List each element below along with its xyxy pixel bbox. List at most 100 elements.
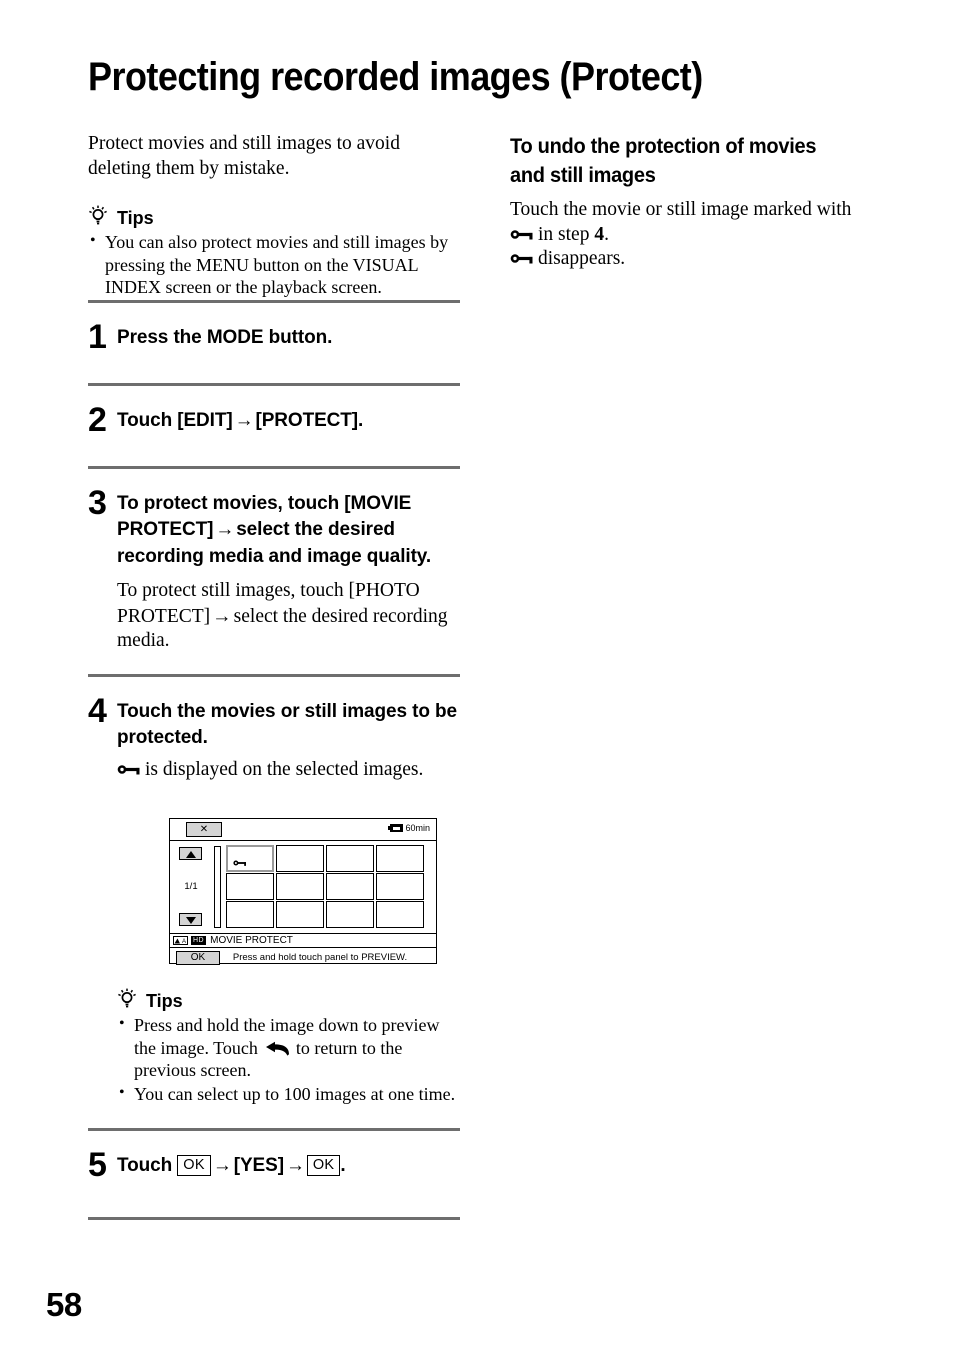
page-number: 58 (46, 1286, 82, 1323)
list-item: You can select up to 100 images at one t… (117, 1082, 460, 1106)
step-5: 5 Touch OK → [YES] → OK. (88, 1131, 460, 1184)
lcd-hint-text: Press and hold touch panel to PREVIEW. (232, 952, 408, 963)
thumbnail-cell[interactable] (276, 901, 324, 928)
period: . (340, 1155, 346, 1176)
thumbnail-cell[interactable] (226, 873, 274, 900)
undo-line-2-middle: in step (538, 223, 590, 245)
list-item: Press and hold the image down to preview… (117, 1013, 460, 1082)
step-content: To protect movies, touch [MOVIE PROTECT]… (117, 487, 460, 654)
lcd-status-bar: A HD MOVIE PROTECT (170, 933, 436, 948)
lcd-status-label: MOVIE PROTECT (210, 935, 293, 946)
thumbnail-cell[interactable] (326, 873, 374, 900)
step-title: To protect movies, touch [MOVIE PROTECT]… (117, 491, 460, 571)
thumbnail-cell[interactable] (226, 901, 274, 928)
step-number: 1 (88, 317, 107, 356)
lcd-ok-button[interactable]: OK (176, 950, 220, 965)
step-subtext: To protect still images, touch [PHOTO PR… (117, 579, 460, 654)
step-title: Touch OK → [YES] → OK. (117, 1153, 460, 1180)
step-4: 4 Touch the movies or still images to be… (88, 677, 460, 1107)
section-heading-undo-protection: To undo the protection of movies and sti… (510, 134, 817, 187)
ok-keycap-2[interactable]: OK (306, 1155, 341, 1176)
thumbnail-cell[interactable] (376, 845, 424, 872)
lcd-close-button[interactable]: ✕ (186, 822, 222, 837)
arrow-right-icon: → (234, 409, 254, 431)
lcd-page-indicator: 1/1 (184, 881, 198, 892)
tips-heading-bottom: Tips (117, 986, 460, 1010)
thumbnail-cell[interactable] (276, 845, 324, 872)
step-title: Press the MODE button. (117, 326, 333, 348)
thumbnail-cell[interactable] (376, 873, 424, 900)
protect-key-icon (117, 764, 140, 774)
ok-keycap-1[interactable]: OK (177, 1155, 211, 1176)
undo-line-3: disappears. (538, 248, 626, 269)
step-divider (88, 1217, 460, 1220)
page-title: Protecting recorded images (Protect) (88, 54, 703, 99)
lcd-scroll-up-button[interactable] (179, 847, 202, 860)
step-title-before: Touch [EDIT] (117, 409, 233, 431)
arrow-right-icon: → (285, 1155, 305, 1176)
yes-label: [YES] (233, 1155, 284, 1176)
left-column: Protect movies and still images to avoid… (88, 132, 460, 1220)
step-number: 2 (88, 400, 107, 439)
thumbnail-cell[interactable] (326, 901, 374, 928)
return-arrow-icon (265, 1041, 289, 1056)
intro-paragraph: Protect movies and still images to avoid… (88, 133, 400, 179)
lcd-battery-text: 60min (405, 823, 430, 833)
tips-list-top: You can also protect movies and still im… (88, 230, 460, 299)
lcd-thumbnail-area: 1/1 (170, 841, 436, 933)
lcd-scroll-down-button[interactable] (179, 913, 202, 926)
thumbnail-cell[interactable] (326, 845, 374, 872)
tips-label-top: Tips (117, 208, 154, 228)
step-number: 4 (88, 691, 107, 730)
lcd-bottom-bar: OK Press and hold touch panel to PREVIEW… (170, 948, 436, 967)
document-page: Protecting recorded images (Protect) Pro… (0, 0, 954, 1357)
lcd-thumbnail-grid (226, 845, 432, 928)
thumbnail-cell[interactable] (226, 845, 274, 872)
tips-heading-top: Tips (88, 203, 460, 227)
step-content: Press the MODE button. (117, 321, 460, 352)
step-title: Touch the movies or still images to be p… (117, 700, 458, 749)
step-2: 2 Touch [EDIT] → [PROTECT]. (88, 386, 460, 439)
tips-list-bottom: Press and hold the image down to preview… (117, 1013, 460, 1106)
step-subtext-label: is displayed on the selected images. (145, 758, 424, 780)
step-content: Touch OK → [YES] → OK. (117, 1149, 460, 1180)
arrow-right-icon: → (212, 604, 232, 627)
undo-line-1: Touch the movie or still image marked wi… (510, 199, 852, 220)
triangle-up-icon (185, 850, 196, 858)
step-number: 5 (88, 1146, 107, 1184)
tips-label-bottom: Tips (146, 991, 183, 1011)
thumbnail-cell[interactable] (376, 901, 424, 928)
protect-key-icon (233, 860, 246, 866)
step-title-after: [PROTECT]. (255, 409, 364, 431)
step-title: Touch [EDIT] → [PROTECT]. (117, 408, 460, 435)
step-number: 3 (88, 483, 107, 522)
lightbulb-icon (89, 205, 107, 225)
right-column: To undo the protection of movies and sti… (510, 132, 882, 272)
lightbulb-icon (118, 988, 136, 1008)
lcd-top-bar: ✕ 60min (170, 819, 436, 841)
arrow-right-icon: → (215, 519, 235, 540)
media-card-icon: A (173, 936, 188, 945)
lcd-scrollbar[interactable] (214, 846, 221, 928)
lcd-nav-column: 1/1 (170, 841, 212, 933)
protect-key-icon (510, 229, 533, 239)
battery-icon (388, 824, 404, 832)
arrow-right-icon: → (212, 1155, 232, 1176)
step-content: Touch [EDIT] → [PROTECT]. (117, 404, 460, 435)
undo-step-reference: 4 (594, 223, 605, 245)
lcd-battery-indicator: 60min (388, 823, 430, 833)
triangle-down-icon (185, 916, 196, 924)
step-touch-label: Touch (117, 1155, 173, 1176)
svg-text:A: A (182, 939, 186, 945)
lcd-screen-illustration: ✕ 60min 1/1 A HD MOVIE PROTECT OK Press … (169, 818, 437, 967)
step-3: 3 To protect movies, touch [MOVIE PROTEC… (88, 469, 460, 654)
thumbnail-cell[interactable] (276, 873, 324, 900)
protect-key-icon (510, 254, 533, 264)
step-subtext: is displayed on the selected images. (117, 758, 460, 783)
undo-paragraph: Touch the movie or still image marked wi… (510, 198, 882, 272)
list-item: You can also protect movies and still im… (88, 230, 460, 299)
hd-quality-badge: HD (191, 936, 207, 945)
step-content: Touch the movies or still images to be p… (117, 695, 460, 1107)
step-1: 1 Press the MODE button. (88, 303, 460, 356)
undo-line-2-end: . (604, 223, 609, 245)
